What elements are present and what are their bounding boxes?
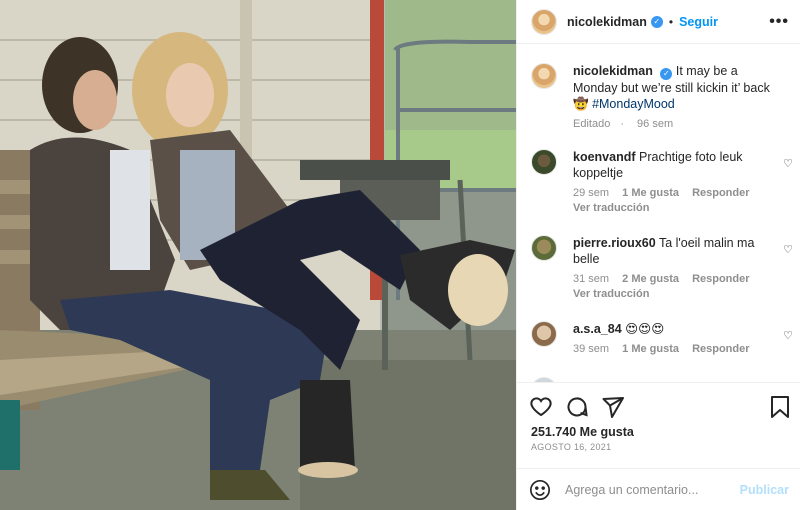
comment-age[interactable]: 29 sem [573, 187, 609, 199]
comment-item: pierre.rioux60 Ta l'oeil malin ma belle … [531, 235, 793, 313]
action-icons [529, 395, 625, 419]
comment-icon[interactable] [565, 395, 589, 419]
comment-likes[interactable]: 1 Me gusta [622, 343, 679, 355]
follow-button[interactable]: Seguir [679, 15, 718, 29]
comment-composer: Publicar [517, 468, 800, 510]
comment-username[interactable]: a.s.a_84 [573, 322, 622, 336]
comment-meta: 39 sem 1 Me gusta Responder [573, 343, 783, 356]
comment-like-heart-icon[interactable]: ♡ [783, 157, 793, 170]
post-details-panel: nicolekidman ✓ • Seguir ••• nicolekidman… [516, 0, 800, 510]
comment-translate-row: Ver traducción [573, 288, 783, 301]
comment-item: a.s.a_84 😍😍😍 39 sem 1 Me gusta Responder… [531, 321, 793, 365]
commenter-avatar[interactable] [531, 235, 557, 261]
reply-button[interactable]: Responder [692, 187, 749, 199]
comment-meta: 31 sem 2 Me gusta Responder [573, 273, 783, 286]
comment-age[interactable]: 31 sem [573, 273, 609, 285]
caption-meta: Editado · 96 sem [573, 118, 783, 131]
post-date[interactable]: AGOSTO 16, 2021 [531, 442, 611, 452]
verified-badge-icon: ✓ [660, 68, 673, 80]
comment-like-heart-icon[interactable]: ♡ [783, 243, 793, 256]
hashtag-link[interactable]: #MondayMood [592, 97, 675, 111]
comment-likes[interactable]: 2 Me gusta [622, 273, 679, 285]
post-photo[interactable] [0, 0, 516, 510]
translate-button[interactable]: Ver traducción [573, 202, 649, 214]
caption-age[interactable]: 96 sem [637, 118, 673, 130]
likes-count[interactable]: 251.740 Me gusta [531, 425, 634, 439]
more-horizontal-icon[interactable]: ••• [769, 13, 789, 31]
commenter-avatar[interactable] [531, 321, 557, 347]
caption-avatar[interactable] [531, 63, 557, 89]
comment-age[interactable]: 39 sem [573, 343, 609, 355]
caption-username[interactable]: nicolekidman [573, 64, 653, 78]
caption: nicolekidman ✓ It may be a Monday but we… [531, 63, 793, 143]
comment-username[interactable]: koenvandf [573, 150, 636, 164]
translate-button[interactable]: Ver traducción [573, 288, 649, 300]
comment-like-heart-icon[interactable]: ♡ [783, 329, 793, 342]
commenter-avatar[interactable] [531, 149, 557, 175]
meta-separator: · [620, 118, 624, 130]
reply-button[interactable]: Responder [692, 343, 749, 355]
share-icon[interactable] [601, 395, 625, 419]
post-comment-button[interactable]: Publicar [740, 483, 789, 497]
verified-badge-icon: ✓ [650, 15, 663, 28]
comment-input[interactable] [565, 482, 735, 497]
post-header: nicolekidman ✓ • Seguir ••• [517, 0, 800, 44]
post-photo-illustration [0, 0, 516, 510]
post-actions: 251.740 Me gusta AGOSTO 16, 2021 [517, 382, 800, 458]
author-avatar[interactable] [531, 8, 557, 35]
comment-likes[interactable]: 1 Me gusta [622, 187, 679, 199]
comment-meta: 29 sem 1 Me gusta Responder [573, 187, 783, 200]
emoji-icon[interactable] [529, 479, 551, 501]
comment-translate-row: Ver traducción [573, 202, 783, 215]
comment-item: koenvandf Prachtige foto leuk koppeltje … [531, 149, 793, 227]
edited-label: Editado [573, 118, 611, 130]
header-separator: • [668, 14, 674, 29]
comment-body: a.s.a_84 😍😍😍 39 sem 1 Me gusta Responder [573, 321, 783, 356]
reply-button[interactable]: Responder [692, 273, 749, 285]
author-username[interactable]: nicolekidman [567, 15, 647, 29]
comment-body: pierre.rioux60 Ta l'oeil malin ma belle … [573, 235, 783, 301]
comment-text: 😍😍😍 [625, 322, 665, 336]
comment-username[interactable]: pierre.rioux60 [573, 236, 656, 250]
bookmark-icon[interactable] [769, 395, 791, 419]
heart-icon[interactable] [529, 395, 553, 419]
comment-body: koenvandf Prachtige foto leuk koppeltje … [573, 149, 783, 215]
caption-body: nicolekidman ✓ It may be a Monday but we… [573, 63, 783, 131]
comments-scroll-area[interactable]: nicolekidman ✓ It may be a Monday but we… [517, 45, 800, 382]
